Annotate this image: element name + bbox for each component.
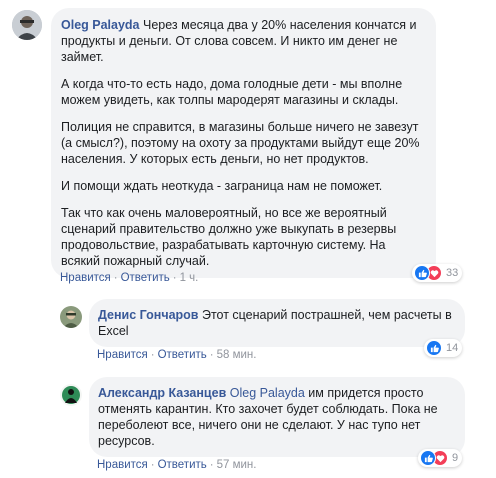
comment-bubble-reply-2: Александр Казанцев Oleg Palayda им приде… xyxy=(89,377,465,457)
comment-bubble-main: Oleg Palayda Через месяца два у 20% насе… xyxy=(51,8,436,278)
avatar-denis-goncharov[interactable] xyxy=(60,306,82,328)
like-link[interactable]: Нравится xyxy=(97,349,148,361)
reply-link[interactable]: Ответить xyxy=(158,459,207,471)
avatar-oleg-palayda[interactable] xyxy=(12,10,42,40)
reactions-summary-reply-1[interactable]: 14 xyxy=(424,339,463,357)
reply-link[interactable]: Ответить xyxy=(121,272,170,284)
comment-actions-main: Нравится · Ответить · 1 ч. xyxy=(60,272,199,284)
like-link[interactable]: Нравится xyxy=(97,459,148,471)
comment-timestamp[interactable]: 58 мин. xyxy=(217,349,257,361)
comment-timestamp[interactable]: 57 мин. xyxy=(217,459,257,471)
comment-author[interactable]: Александр Казанцев xyxy=(98,386,226,400)
avatar-aleksandr-kazantsev[interactable] xyxy=(60,384,82,406)
comment-paragraph-4: И помощи ждать неоткуда - заграница нам … xyxy=(61,179,383,193)
person-photo-icon xyxy=(60,306,82,328)
reactions-summary-reply-2[interactable]: 9 xyxy=(418,449,463,467)
comment-actions-reply-1: Нравится · Ответить · 58 мин. xyxy=(97,349,257,361)
mention-link[interactable]: Oleg Palayda xyxy=(230,386,305,400)
comment-author[interactable]: Oleg Palayda xyxy=(61,18,140,32)
person-photo-icon xyxy=(60,384,82,406)
like-icon xyxy=(426,340,442,356)
reaction-count: 33 xyxy=(446,267,459,279)
comment-paragraph-5: Так что как очень маловероятный, но все … xyxy=(61,206,397,268)
comment-timestamp[interactable]: 1 ч. xyxy=(180,272,199,284)
reaction-count: 14 xyxy=(446,342,459,354)
comment-bubble-reply-1: Денис Гончаров Этот сценарий пострашней,… xyxy=(89,299,465,347)
comment-paragraph-2: А когда что-то есть надо, дома голодные … xyxy=(61,77,403,107)
reactions-summary-main[interactable]: 33 xyxy=(412,264,463,282)
like-link[interactable]: Нравится xyxy=(60,272,111,284)
reaction-count: 9 xyxy=(452,452,459,464)
like-icon xyxy=(414,265,430,281)
reply-link[interactable]: Ответить xyxy=(158,349,207,361)
comment-paragraph-3: Полиция не справится, в магазины больше … xyxy=(61,120,420,166)
like-icon xyxy=(420,450,436,466)
comment-author[interactable]: Денис Гончаров xyxy=(98,308,198,322)
comment-actions-reply-2: Нравится · Ответить · 57 мин. xyxy=(97,459,257,471)
person-photo-icon xyxy=(12,10,42,40)
